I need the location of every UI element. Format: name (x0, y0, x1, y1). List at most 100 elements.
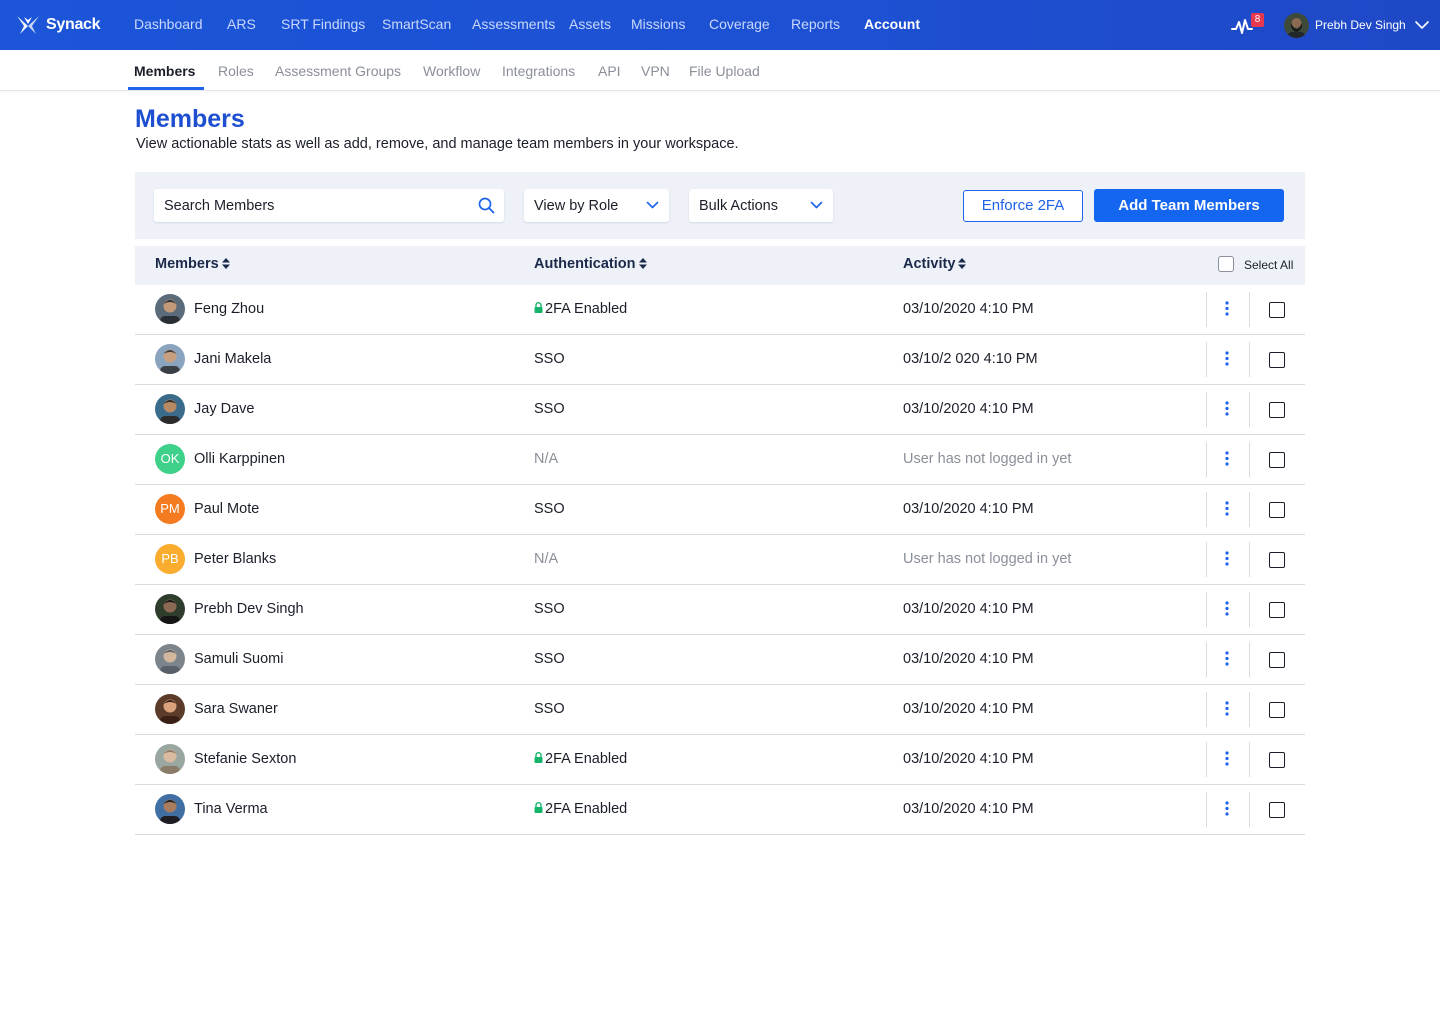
more-options-icon[interactable] (1220, 799, 1234, 819)
user-avatar[interactable] (1284, 13, 1309, 38)
tab-roles[interactable]: Roles (218, 63, 254, 79)
more-options-icon[interactable] (1220, 649, 1234, 669)
more-options-icon[interactable] (1220, 599, 1234, 619)
column-header-members[interactable]: Members (155, 256, 230, 272)
column-divider (1206, 692, 1207, 727)
search-input[interactable]: Search Members (154, 189, 504, 222)
column-divider (1206, 792, 1207, 827)
nav-assets[interactable]: Assets (569, 16, 611, 32)
synack-logo[interactable]: Synack (16, 13, 101, 37)
table-row[interactable]: Feng Zhou 2FA Enabled 03/10/2020 4:10 PM (135, 285, 1305, 335)
authentication-label: 2FA Enabled (545, 751, 628, 767)
member-name: Jay Dave (194, 401, 255, 417)
table-row[interactable]: Prebh Dev Singh SSO 03/10/2020 4:10 PM (135, 585, 1305, 635)
member-name: Paul Mote (194, 501, 260, 517)
nav-account[interactable]: Account (864, 16, 920, 32)
row-checkbox[interactable] (1269, 552, 1285, 568)
tab-members[interactable]: Members (134, 63, 195, 79)
table-row[interactable]: OK Olli Karppinen N/A User has not logged i… (135, 435, 1305, 485)
column-header-activity-label: Activity (903, 256, 956, 272)
more-options-icon[interactable] (1220, 749, 1234, 769)
row-checkbox[interactable] (1269, 652, 1285, 668)
row-checkbox[interactable] (1269, 402, 1285, 418)
tab-assessment-groups[interactable]: Assessment Groups (275, 63, 401, 79)
nav-srt-findings[interactable]: SRT Findings (281, 16, 365, 32)
table-row[interactable]: Tina Verma 2FA Enabled 03/10/2020 4:10 PM (135, 785, 1305, 835)
enforce-2fa-button[interactable]: Enforce 2FA (963, 190, 1083, 222)
avatar (155, 744, 185, 774)
chevron-down-icon[interactable] (1414, 19, 1430, 31)
authentication-label: SSO (534, 401, 565, 417)
add-team-members-button[interactable]: Add Team Members (1094, 189, 1284, 222)
row-checkbox[interactable] (1269, 752, 1285, 768)
authentication-label: 2FA Enabled (545, 301, 628, 317)
nav-missions[interactable]: Missions (631, 16, 685, 32)
lock-icon (534, 302, 543, 313)
column-divider (1249, 392, 1250, 427)
tab-vpn[interactable]: VPN (641, 63, 670, 79)
row-checkbox[interactable] (1269, 452, 1285, 468)
nav-ars[interactable]: ARS (227, 16, 256, 32)
more-options-icon[interactable] (1220, 449, 1234, 469)
view-by-role-dropdown[interactable]: View by Role (524, 189, 669, 222)
activity-value: 03/10/2020 4:10 PM (903, 801, 1034, 817)
column-divider (1249, 542, 1250, 577)
authentication-value: SSO (534, 401, 565, 417)
activity-value: 03/10/2020 4:10 PM (903, 751, 1034, 767)
nav-reports[interactable]: Reports (791, 16, 840, 32)
tab-workflow[interactable]: Workflow (423, 63, 480, 79)
synack-logo-icon (17, 16, 39, 34)
nav-dashboard[interactable]: Dashboard (134, 16, 203, 32)
notification-badge: 8 (1251, 13, 1264, 27)
select-all-checkbox[interactable] (1218, 256, 1234, 272)
column-divider (1249, 342, 1250, 377)
table-row[interactable]: Jay Dave SSO 03/10/2020 4:10 PM (135, 385, 1305, 435)
column-divider (1206, 392, 1207, 427)
table-row[interactable]: Sara Swaner SSO 03/10/2020 4:10 PM (135, 685, 1305, 735)
row-checkbox[interactable] (1269, 352, 1285, 368)
table-row[interactable]: PB Peter Blanks N/A User has not logged in … (135, 535, 1305, 585)
authentication-value: SSO (534, 501, 565, 517)
nav-coverage[interactable]: Coverage (709, 16, 770, 32)
search-placeholder: Search Members (164, 198, 275, 214)
more-options-icon[interactable] (1220, 499, 1234, 519)
more-options-icon[interactable] (1220, 349, 1234, 369)
more-options-icon[interactable] (1220, 699, 1234, 719)
column-divider (1249, 292, 1250, 327)
more-options-icon[interactable] (1220, 399, 1234, 419)
nav-smartscan[interactable]: SmartScan (382, 16, 451, 32)
user-name[interactable]: Prebh Dev Singh (1315, 18, 1406, 32)
tab-integrations[interactable]: Integrations (502, 63, 575, 79)
table-row[interactable]: Samuli Suomi SSO 03/10/2020 4:10 PM (135, 635, 1305, 685)
table-row[interactable]: Jani Makela SSO 03/10/2 020 4:10 PM (135, 335, 1305, 385)
row-checkbox[interactable] (1269, 802, 1285, 818)
avatar (155, 794, 185, 824)
more-options-icon[interactable] (1220, 549, 1234, 569)
row-checkbox[interactable] (1269, 702, 1285, 718)
column-divider (1249, 742, 1250, 777)
row-checkbox[interactable] (1269, 302, 1285, 318)
column-divider (1249, 642, 1250, 677)
column-header-activity[interactable]: Activity (903, 256, 967, 272)
activity-value: User has not logged in yet (903, 451, 1072, 467)
row-checkbox[interactable] (1269, 502, 1285, 518)
brand-name: Synack (46, 16, 101, 33)
row-checkbox[interactable] (1269, 602, 1285, 618)
bulk-actions-dropdown[interactable]: Bulk Actions (689, 189, 833, 222)
tab-file-upload[interactable]: File Upload (689, 63, 760, 79)
authentication-value: SSO (534, 601, 565, 617)
lock-icon (534, 752, 543, 763)
nav-assessments[interactable]: Assessments (472, 16, 555, 32)
activity-pulse-icon[interactable] (1231, 16, 1253, 36)
members-table-header: Members Authentication Activity Select A… (135, 246, 1305, 285)
more-options-icon[interactable] (1220, 299, 1234, 319)
search-icon[interactable] (478, 197, 495, 214)
tab-api[interactable]: API (598, 63, 621, 79)
table-row[interactable]: Stefanie Sexton 2FA Enabled 03/10/2020 4:1… (135, 735, 1305, 785)
column-divider (1206, 442, 1207, 477)
authentication-label: SSO (534, 351, 565, 367)
authentication-value: N/A (534, 551, 558, 567)
table-row[interactable]: PM Paul Mote SSO 03/10/2020 4:10 PM (135, 485, 1305, 535)
column-header-authentication[interactable]: Authentication (534, 256, 647, 272)
activity-value: 03/10/2 020 4:10 PM (903, 351, 1038, 367)
